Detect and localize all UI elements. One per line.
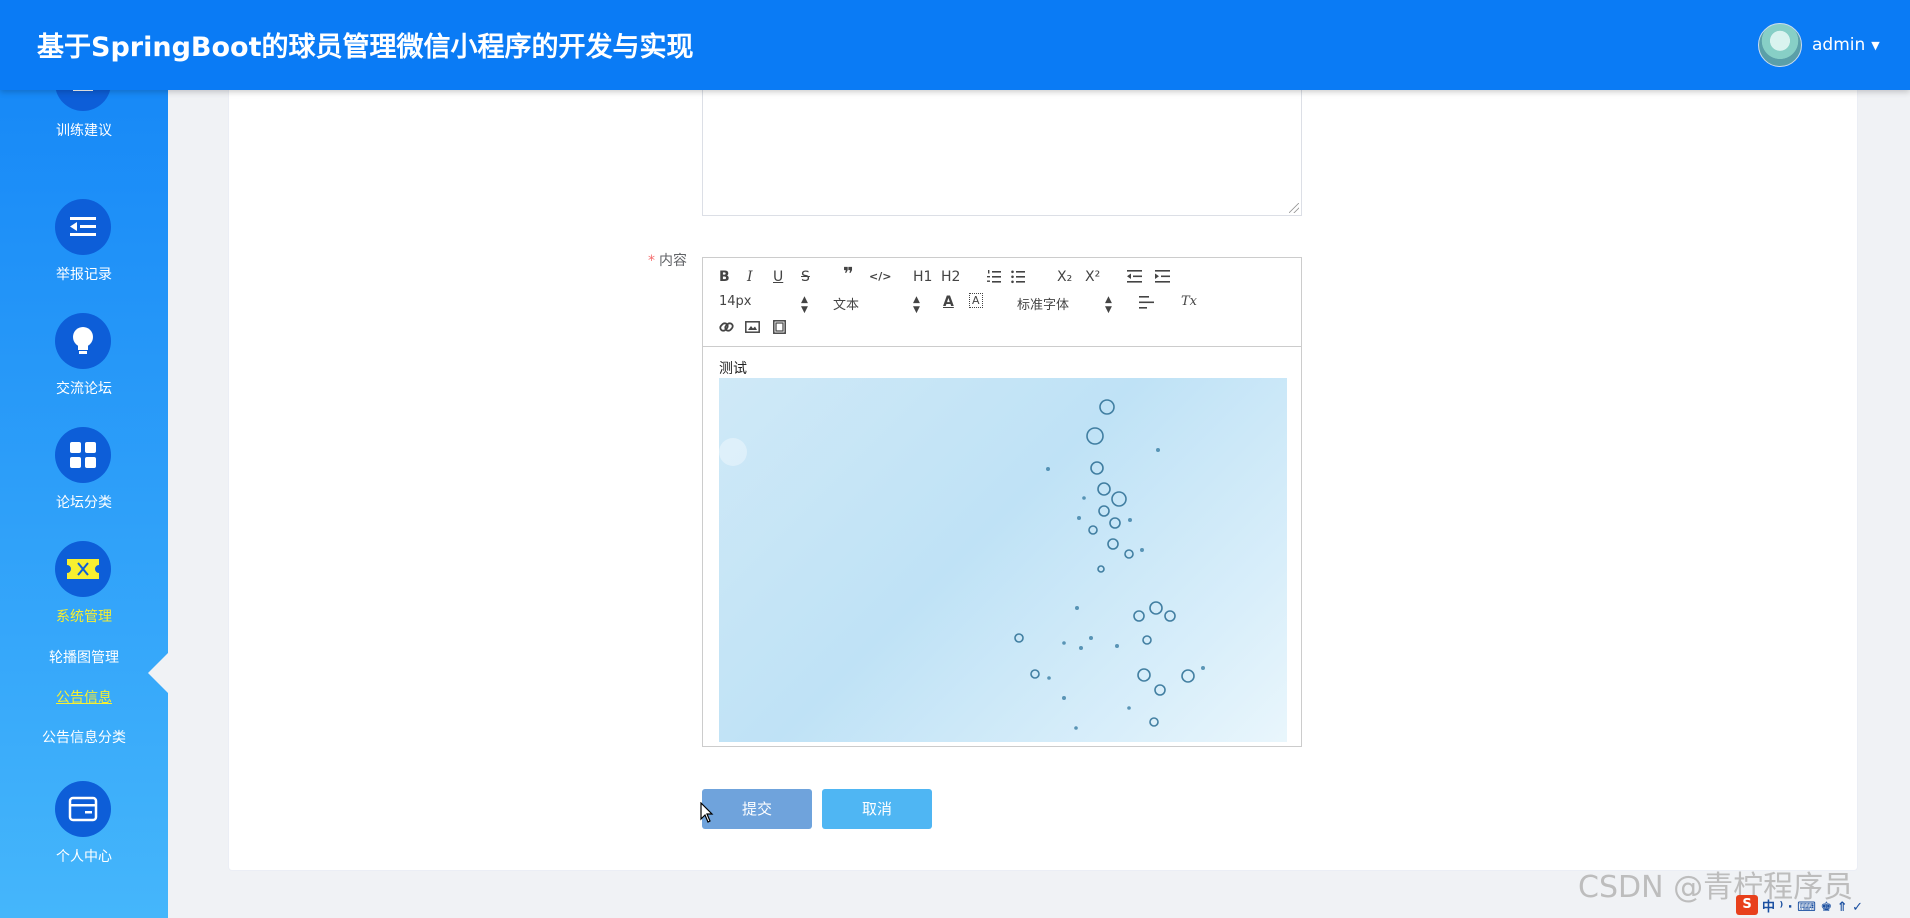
sidebar-item-forum-category[interactable]: 论坛分类 — [0, 427, 168, 537]
sidebar-item-report[interactable]: 举报记录 — [0, 199, 168, 309]
text-style-select[interactable]: 文本 ▲ ▼ — [833, 294, 923, 315]
ordered-list-icon[interactable] — [987, 270, 1001, 284]
textarea-field[interactable] — [702, 86, 1302, 216]
wallet-icon — [55, 781, 111, 837]
font-size-select[interactable]: 14px ▲ ▼ — [719, 294, 809, 315]
editor-content[interactable]: 测试 — [703, 346, 1301, 746]
select-arrows-icon: ▲ ▼ — [801, 295, 808, 315]
sidebar-item-label: 举报记录 — [56, 267, 112, 283]
app-title: 基于SpringBoot的球员管理微信小程序的开发与实现 — [37, 32, 694, 63]
sidebar-item-label: 交流论坛 — [56, 381, 112, 397]
indent-icon[interactable] — [1155, 270, 1170, 283]
italic-button[interactable]: I — [747, 268, 753, 286]
username[interactable]: admin — [1812, 35, 1865, 55]
close-icon — [55, 90, 111, 111]
mouse-cursor-icon — [700, 802, 714, 823]
caret-down-icon[interactable]: ▼ — [1871, 39, 1879, 52]
sidebar-item-label: 论坛分类 — [56, 495, 112, 511]
editor-text[interactable]: 测试 — [719, 358, 747, 378]
submit-button[interactable]: 提交 — [702, 789, 812, 829]
submenu-item-banner[interactable]: 轮播图管理 — [0, 647, 168, 667]
link-icon[interactable] — [719, 320, 734, 334]
lightbulb-icon — [55, 313, 111, 369]
user-menu[interactable]: admin ▼ — [1758, 23, 1880, 67]
submenu-item-notice[interactable]: 公告信息 — [0, 687, 168, 707]
sidebar: 训练建议 举报记录 交流论坛 论坛分类 系统管理 轮播图管理 公告信息 公告信息… — [0, 90, 168, 918]
select-arrows-icon: ▲ ▼ — [913, 295, 920, 315]
blockquote-icon[interactable]: ❞ — [843, 266, 854, 284]
editor-toolbar: B I U S ❞ </> H1 H2 X₂ X² 14px ▲ ▼ 文本 ▲ ▼ … — [703, 258, 1301, 347]
background-color-icon[interactable]: A — [969, 293, 983, 308]
ticket-icon — [55, 541, 111, 597]
tray-icons[interactable]: 中 ⁾ ∙ ⌨ ♚ ⇑ ✓ — [1762, 896, 1863, 915]
align-left-icon[interactable] — [1139, 296, 1154, 309]
outdent-icon[interactable] — [1127, 270, 1142, 283]
video-icon[interactable] — [773, 320, 786, 334]
cancel-button[interactable]: 取消 — [822, 789, 932, 829]
font-family-select[interactable]: 标准字体 ▲ ▼ — [1017, 294, 1117, 315]
water-bubbles-image — [719, 399, 1205, 730]
resize-handle-icon[interactable] — [1289, 203, 1299, 213]
select-arrows-icon: ▲ ▼ — [1105, 295, 1112, 315]
clear-format-button[interactable]: Tx — [1181, 293, 1197, 311]
subscript-button[interactable]: X₂ — [1057, 268, 1072, 286]
active-indicator — [148, 653, 168, 693]
font-size-value: 14px — [719, 294, 752, 309]
rich-text-editor[interactable]: B I U S ❞ </> H1 H2 X₂ X² 14px ▲ ▼ 文本 ▲ ▼ … — [702, 257, 1302, 747]
header2-button[interactable]: H2 — [941, 268, 960, 286]
grid-icon — [55, 427, 111, 483]
sidebar-item-system[interactable]: 系统管理 — [0, 541, 168, 651]
image-icon[interactable] — [745, 321, 760, 333]
sidebar-item-label: 系统管理 — [56, 609, 112, 625]
embedded-image[interactable] — [719, 378, 1287, 742]
content-label: * 内容 — [648, 250, 687, 270]
sidebar-item-training[interactable]: 训练建议 — [0, 90, 168, 165]
strike-button[interactable]: S — [801, 268, 810, 286]
sidebar-item-label: 个人中心 — [56, 849, 112, 865]
text-style-value: 文本 — [833, 298, 860, 313]
font-family-value: 标准字体 — [1017, 298, 1070, 313]
system-tray: S 中 ⁾ ∙ ⌨ ♚ ⇑ ✓ — [1736, 894, 1863, 916]
header1-button[interactable]: H1 — [913, 268, 932, 286]
list-indent-icon — [55, 199, 111, 255]
sidebar-item-forum[interactable]: 交流论坛 — [0, 313, 168, 423]
bold-button[interactable]: B — [719, 268, 730, 286]
bullet-list-icon[interactable] — [1011, 270, 1025, 284]
required-mark: * — [648, 253, 655, 269]
sidebar-item-label: 训练建议 — [56, 123, 112, 139]
submenu-item-notice-category[interactable]: 公告信息分类 — [0, 727, 168, 747]
code-block-icon[interactable]: </> — [869, 268, 891, 286]
sidebar-item-profile[interactable]: 个人中心 — [0, 781, 168, 891]
underline-button[interactable]: U — [773, 268, 783, 286]
top-bar: 基于SpringBoot的球员管理微信小程序的开发与实现 admin ▼ — [0, 0, 1910, 90]
sogou-icon[interactable]: S — [1736, 895, 1758, 915]
content-label-text: 内容 — [659, 253, 687, 269]
avatar[interactable] — [1758, 23, 1802, 67]
text-color-icon[interactable]: A — [943, 293, 954, 311]
superscript-button[interactable]: X² — [1085, 268, 1100, 286]
